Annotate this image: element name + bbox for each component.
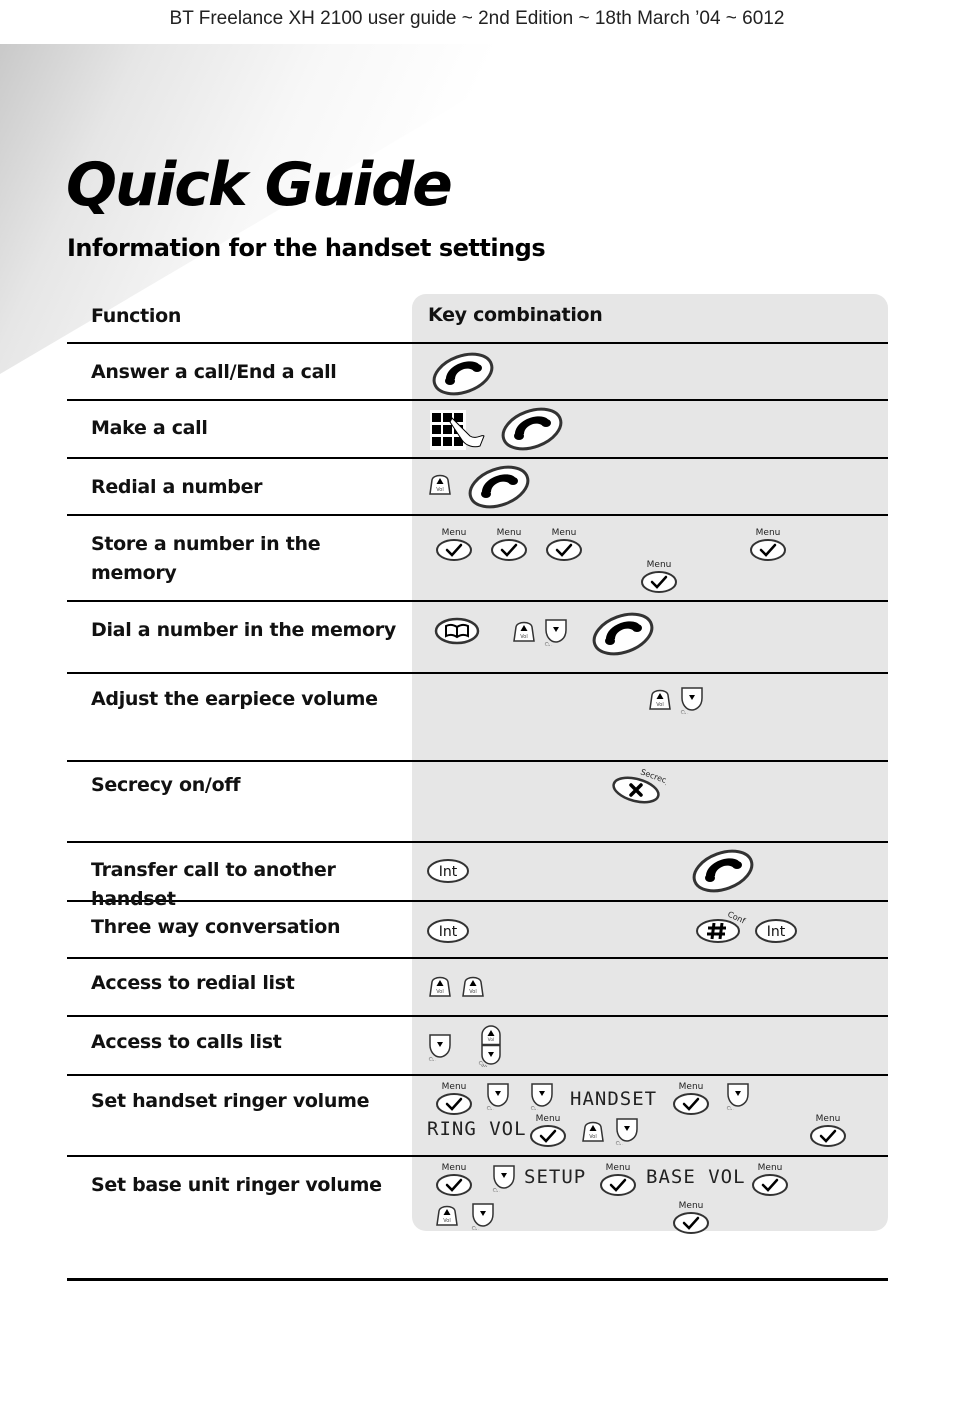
key-sequence <box>412 516 888 600</box>
calls-down-key-icon <box>482 1082 510 1110</box>
vol-up-key-icon <box>428 974 452 998</box>
vol-up-key-icon <box>648 687 672 711</box>
table-row: Answer a call/End a call <box>67 344 888 401</box>
table-row: Transfer call to another handset <box>67 843 888 910</box>
talk-key-icon <box>499 406 565 452</box>
keypad-icon <box>430 410 486 450</box>
function-label: Set base unit ringer volume <box>91 1174 382 1196</box>
vol-up-key-icon <box>428 472 452 496</box>
table-header: Function Key combination <box>67 294 888 344</box>
vol-up-key-icon <box>435 1203 459 1227</box>
calls-down-key-icon <box>526 1082 554 1110</box>
lcd-text-base-vol: BASE VOL <box>646 1166 746 1188</box>
key-sequence: HANDSET RING VOL <box>412 1076 888 1155</box>
talk-key-icon <box>590 611 656 657</box>
key-sequence <box>412 762 888 841</box>
menu-key-icon <box>671 1080 711 1116</box>
function-label: Secrecy on/off <box>91 774 241 796</box>
header-key-combination: Key combination <box>428 304 603 326</box>
menu-key-icon <box>489 526 529 562</box>
function-label: Store a number in the memory <box>91 533 321 584</box>
function-label: Dial a number in the memory <box>91 619 396 641</box>
quick-guide-table: Function Key combination Answer a call/E… <box>67 294 888 1242</box>
key-sequence <box>412 1017 888 1074</box>
int-key-icon <box>753 917 799 945</box>
calls-down-key-icon <box>722 1082 750 1110</box>
secrecy-key-icon <box>610 764 666 804</box>
phonebook-key-icon <box>434 616 480 646</box>
talk-key-icon <box>430 351 496 397</box>
key-sequence: SETUP BASE VOL <box>412 1157 888 1242</box>
conf-hash-key-icon <box>695 907 749 943</box>
key-sequence <box>412 344 888 399</box>
vol-rocker-key-icon <box>476 1025 504 1067</box>
table-row: Secrecy on/off <box>67 762 888 843</box>
page-title: Quick Guide <box>66 150 453 220</box>
key-sequence <box>412 843 888 900</box>
table-row: Store a number in the memory <box>67 516 888 602</box>
function-label: Adjust the earpiece volume <box>91 688 378 710</box>
menu-key-icon <box>750 1161 790 1197</box>
function-label: Three way conversation <box>91 916 341 938</box>
talk-key-icon <box>690 848 756 894</box>
key-sequence <box>412 902 888 957</box>
table-row: Dial a number in the memory <box>67 602 888 674</box>
bottom-divider <box>67 1278 888 1281</box>
vol-up-key-icon <box>581 1119 605 1143</box>
menu-key-icon <box>544 526 584 562</box>
table-row: Access to redial list <box>67 959 888 1017</box>
int-key-icon <box>425 857 471 885</box>
menu-key-icon <box>434 1161 474 1197</box>
talk-key-icon <box>466 464 532 510</box>
menu-key-icon <box>598 1161 638 1197</box>
vol-up-key-icon <box>512 619 536 643</box>
function-label: Access to calls list <box>91 1031 282 1053</box>
page-subtitle: Information for the handset settings <box>67 234 546 262</box>
function-label: Make a call <box>91 417 208 439</box>
lcd-text-ring-vol: RING VOL <box>427 1118 527 1140</box>
calls-down-key-icon <box>676 686 704 714</box>
lcd-text-setup: SETUP <box>524 1166 587 1188</box>
function-label: Redial a number <box>91 476 263 498</box>
key-sequence <box>412 401 888 457</box>
vol-up-key-icon <box>461 974 485 998</box>
function-label: Set handset ringer volume <box>91 1090 370 1112</box>
table-row: Access to calls list <box>67 1017 888 1076</box>
table-row: Redial a number <box>67 459 888 516</box>
key-sequence <box>412 674 888 760</box>
table-row: Three way conversation <box>67 902 888 959</box>
function-label: Access to redial list <box>91 972 295 994</box>
calls-down-key-icon <box>611 1117 639 1145</box>
menu-key-icon <box>528 1112 568 1148</box>
calls-down-key-icon <box>467 1202 495 1230</box>
table-row: Set handset ringer volume HANDSET RING V… <box>67 1076 888 1157</box>
table-row: Adjust the earpiece volume <box>67 674 888 762</box>
menu-key-icon <box>808 1112 848 1148</box>
menu-key-icon <box>434 1080 474 1116</box>
key-sequence <box>412 602 888 672</box>
calls-down-key-icon <box>424 1033 452 1061</box>
calls-down-key-icon <box>488 1164 516 1192</box>
table-row: Set base unit ringer volume SETUP BASE V… <box>67 1157 888 1242</box>
lcd-text-handset: HANDSET <box>570 1088 658 1110</box>
menu-key-icon <box>748 526 788 562</box>
menu-key-icon <box>639 558 679 594</box>
calls-down-key-icon <box>540 618 568 646</box>
key-sequence <box>412 959 888 1015</box>
int-key-icon <box>425 917 471 945</box>
header-function: Function <box>91 305 182 327</box>
menu-key-icon <box>434 526 474 562</box>
table-row: Make a call <box>67 401 888 459</box>
running-head: BT Freelance XH 2100 user guide ~ 2nd Ed… <box>169 8 785 29</box>
menu-key-icon <box>671 1199 711 1235</box>
function-label: Answer a call/End a call <box>91 361 337 383</box>
key-sequence <box>412 459 888 514</box>
